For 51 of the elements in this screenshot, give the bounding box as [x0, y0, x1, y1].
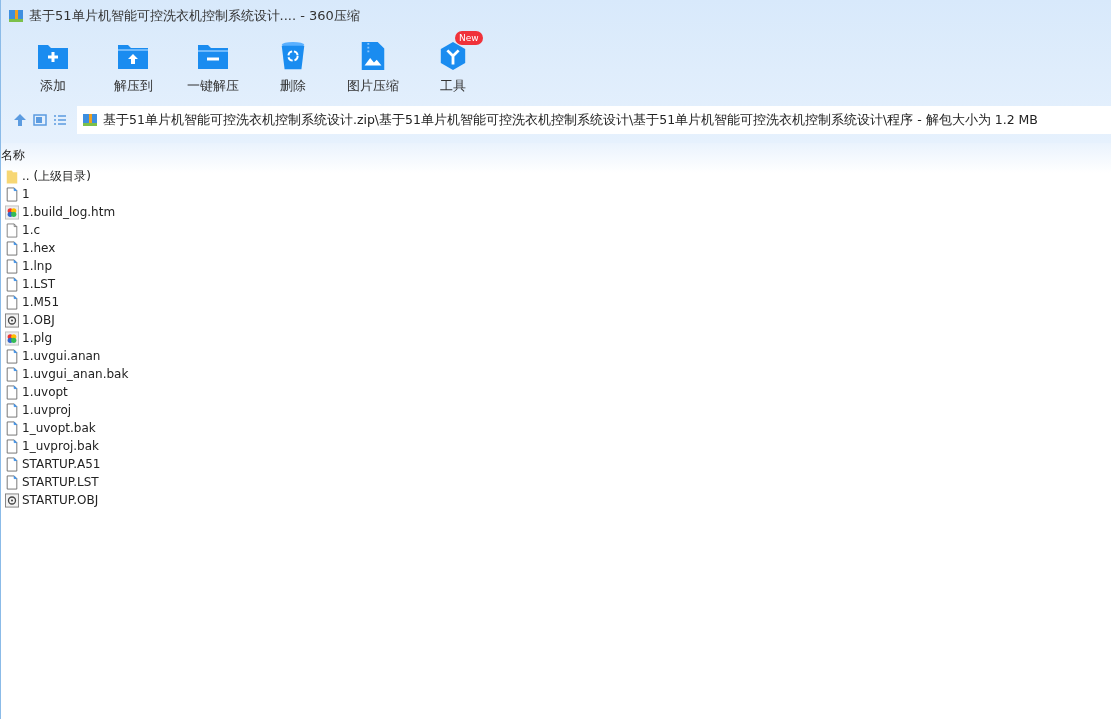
toolbar-button[interactable]: 添加 [13, 32, 93, 102]
gear-file-icon [5, 492, 19, 508]
document-icon [5, 402, 19, 418]
file-row[interactable]: 1.hex [1, 239, 1111, 257]
file-row[interactable]: 1.uvopt [1, 383, 1111, 401]
document-icon [5, 186, 19, 202]
file-row[interactable]: 1.LST [1, 275, 1111, 293]
file-row[interactable]: 1 [1, 185, 1111, 203]
file-row[interactable]: .. (上级目录) [1, 167, 1111, 185]
document-icon [5, 474, 19, 490]
list-view-icon[interactable] [53, 113, 67, 127]
file-row[interactable]: 1.lnp [1, 257, 1111, 275]
file-row[interactable]: 1.build_log.htm [1, 203, 1111, 221]
file-row[interactable]: 1_uvproj.bak [1, 437, 1111, 455]
address-bar[interactable]: 基于51单片机智能可控洗衣机控制系统设计.zip\基于51单片机智能可控洗衣机控制系统设计\基于51单片机智能可控洗衣机控制系统设计\程序 - 解包大小为 1.2 MB [77, 106, 1111, 134]
document-icon [5, 456, 19, 472]
thumbnail-view-icon[interactable] [33, 113, 47, 127]
file-row[interactable]: STARTUP.LST [1, 473, 1111, 491]
up-arrow-icon[interactable] [13, 113, 27, 127]
document-icon [5, 276, 19, 292]
toolbar-button[interactable]: 解压到 [93, 32, 173, 102]
file-row[interactable]: STARTUP.OBJ [1, 491, 1111, 509]
toolbar-button[interactable]: New 工具 [413, 32, 493, 102]
toolbar-button[interactable]: 图片压缩 [333, 32, 413, 102]
toolbar-button[interactable]: 一键解压 [173, 32, 253, 102]
document-icon [5, 258, 19, 274]
file-row[interactable]: 1.M51 [1, 293, 1111, 311]
document-icon [5, 348, 19, 364]
document-icon [5, 420, 19, 436]
file-row[interactable]: 1.OBJ [1, 311, 1111, 329]
file-row[interactable]: 1_uvopt.bak [1, 419, 1111, 437]
document-icon [5, 294, 19, 310]
file-row[interactable]: 1.uvgui_anan.bak [1, 365, 1111, 383]
file-row[interactable]: 1.uvproj [1, 401, 1111, 419]
document-icon [5, 240, 19, 256]
file-row[interactable]: 1.uvgui.anan [1, 347, 1111, 365]
new-badge: New [455, 31, 483, 45]
folder-icon [5, 168, 19, 184]
document-icon [5, 366, 19, 382]
column-header[interactable]: 名称 [1, 147, 25, 164]
window-title: 基于51单片机智能可控洗衣机控制系统设计.... - 360压缩 [29, 7, 360, 25]
archive-icon [8, 8, 24, 24]
toolbar-button[interactable]: 删除 [253, 32, 333, 102]
archive-icon [82, 112, 98, 128]
document-icon [5, 384, 19, 400]
document-icon [5, 222, 19, 238]
file-row[interactable]: STARTUP.A51 [1, 455, 1111, 473]
gear-file-icon [5, 312, 19, 328]
file-row[interactable]: 1.c [1, 221, 1111, 239]
file-row[interactable]: 1.plg [1, 329, 1111, 347]
document-icon [5, 438, 19, 454]
